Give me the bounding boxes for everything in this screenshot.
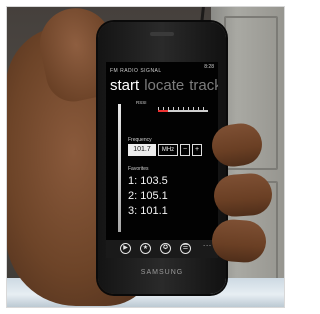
photo-border [6,6,285,308]
